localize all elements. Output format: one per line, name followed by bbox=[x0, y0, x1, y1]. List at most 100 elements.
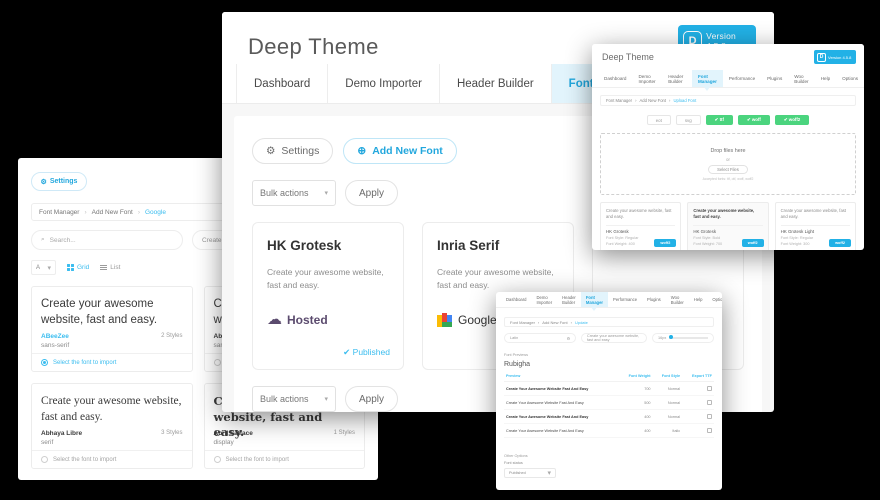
format-badge: woff2 bbox=[654, 239, 677, 247]
list-view-button[interactable]: List bbox=[100, 264, 120, 271]
breadcrumb-sep-icon: › bbox=[669, 98, 671, 103]
tab-header-builder[interactable]: Header Builder bbox=[662, 70, 692, 87]
font-sample: Create your awesome website, fast and ea… bbox=[41, 298, 158, 326]
cell-export[interactable] bbox=[682, 423, 714, 438]
select-font-row[interactable]: Select the font to import bbox=[32, 450, 192, 468]
tab-plugins[interactable]: Plugins bbox=[761, 70, 788, 87]
radio-icon[interactable] bbox=[41, 359, 48, 366]
tab-performance[interactable]: Performance bbox=[608, 292, 642, 307]
upload-header: Deep Theme D Version 4.5.8 bbox=[592, 44, 864, 70]
breadcrumb-sep-icon: › bbox=[537, 319, 540, 325]
breadcrumb-item-font-manager[interactable]: Font Manager bbox=[39, 209, 79, 216]
column-font-weight: Font Weight bbox=[618, 371, 653, 382]
font-status-select[interactable]: Published ▾ bbox=[504, 468, 556, 478]
tab-woo-builder[interactable]: Woo Builder bbox=[666, 292, 689, 307]
cell-weight: 700 bbox=[618, 381, 653, 396]
tab-demo-importer[interactable]: Demo Importer bbox=[632, 70, 662, 87]
breadcrumb-item-font-manager[interactable]: Font Manager bbox=[510, 320, 535, 325]
column-preview: Preview bbox=[504, 371, 619, 382]
table-row: Create Your Awesome Website Fast And Eas… bbox=[504, 423, 714, 438]
tab-woo-builder[interactable]: Woo Builder bbox=[788, 70, 814, 87]
format-woff-button[interactable]: ✔ woff bbox=[737, 115, 770, 125]
tab-performance[interactable]: Performance bbox=[723, 70, 761, 87]
tab-font-manager[interactable]: Font Manager bbox=[691, 70, 723, 91]
tab-dashboard[interactable]: Dashboard bbox=[236, 64, 329, 103]
cell-export[interactable] bbox=[682, 381, 714, 396]
font-sample: Create your awesome website, fast and ea… bbox=[41, 395, 182, 423]
cell-export[interactable] bbox=[682, 395, 714, 410]
format-eot-button[interactable]: eot bbox=[646, 115, 671, 125]
tab-demo-importer[interactable]: Demo Importer bbox=[532, 292, 558, 307]
download-icon[interactable] bbox=[707, 427, 712, 433]
slider-knob[interactable] bbox=[669, 335, 674, 340]
settings-button[interactable]: ⚙ Settings bbox=[252, 138, 334, 164]
hosted-fonts-brand: ☁ Hosted bbox=[267, 312, 328, 327]
format-svg-button[interactable]: svg bbox=[675, 115, 701, 125]
add-new-font-button[interactable]: ⊕ Add New Font bbox=[343, 138, 457, 164]
uploaded-font-card[interactable]: Create your awesome website, fast and ea… bbox=[600, 202, 682, 250]
preview-text-input[interactable]: Create your awesome website, fast and ea… bbox=[581, 333, 647, 343]
format-woff2-button[interactable]: ✔ woff2 bbox=[774, 115, 810, 125]
tab-help[interactable]: Help bbox=[815, 70, 836, 87]
breadcrumb-item-add-new-font[interactable]: Add New Font bbox=[542, 320, 567, 325]
uploaded-font-card[interactable]: Create your awesome website, fast and ea… bbox=[687, 202, 769, 250]
radio-icon[interactable] bbox=[41, 456, 48, 463]
select-font-label: Select the font to import bbox=[225, 456, 289, 463]
grid-view-button[interactable]: Grid bbox=[67, 264, 89, 271]
select-files-button[interactable]: Select Files bbox=[708, 164, 748, 174]
tab-header-builder[interactable]: Header Builder bbox=[440, 64, 552, 103]
page-title: Deep Theme bbox=[248, 34, 379, 59]
subset-select[interactable]: Latin ⚙ bbox=[504, 333, 576, 343]
apply-button[interactable]: Apply bbox=[345, 180, 399, 206]
cell-weight: 400 bbox=[618, 409, 653, 424]
tab-help[interactable]: Help bbox=[689, 292, 708, 307]
breadcrumb-sep-icon: › bbox=[84, 208, 87, 216]
sort-select[interactable]: A ▾ bbox=[31, 260, 56, 275]
tab-options[interactable]: Options bbox=[707, 292, 722, 307]
tab-plugins[interactable]: Plugins bbox=[642, 292, 666, 307]
font-card[interactable]: Create your awesome website, fast and ea… bbox=[31, 286, 193, 372]
file-dropzone[interactable]: Drop files here or Select Files Accepted… bbox=[600, 133, 856, 195]
breadcrumb-item-add-new-font[interactable]: Add New Font bbox=[639, 98, 666, 103]
tab-dashboard[interactable]: Dashboard bbox=[501, 292, 532, 307]
font-status-label: Font status bbox=[504, 461, 523, 465]
download-icon[interactable] bbox=[707, 385, 712, 391]
bulk-actions-select[interactable]: Bulk actions ▾ bbox=[252, 180, 336, 206]
tab-demo-importer[interactable]: Demo Importer bbox=[328, 64, 440, 103]
breadcrumb-item-font-manager[interactable]: Font Manager bbox=[606, 98, 632, 103]
select-font-row[interactable]: Select the font to import bbox=[32, 353, 192, 371]
font-card-hosted[interactable]: HK Grotesk Create your awesome website, … bbox=[252, 222, 404, 370]
font-detail-panel: Dashboard Demo Importer Header Builder F… bbox=[496, 292, 722, 490]
font-name: HK Grotesk bbox=[606, 228, 629, 234]
apply-button-bottom[interactable]: Apply bbox=[345, 386, 399, 412]
radio-icon[interactable] bbox=[213, 456, 221, 463]
font-sample: Create your awesome website, fast and ea… bbox=[606, 208, 672, 220]
format-ttf-button[interactable]: ✔ ttf bbox=[705, 115, 733, 125]
breadcrumb-item-update: Update bbox=[574, 319, 588, 325]
settings-button[interactable]: ⚙ Settings bbox=[31, 172, 87, 191]
slider-track[interactable] bbox=[669, 335, 708, 340]
brand-bold: Hosted bbox=[287, 312, 328, 327]
tab-options[interactable]: Options bbox=[836, 70, 864, 87]
font-name: Abhaya Libre bbox=[41, 430, 83, 437]
tab-header-builder[interactable]: Header Builder bbox=[557, 292, 581, 307]
breadcrumb-item-add-new-font[interactable]: Add New Font bbox=[92, 209, 133, 216]
select-font-row[interactable]: Select the font to import bbox=[204, 450, 364, 468]
radio-icon[interactable] bbox=[213, 359, 221, 366]
font-size-slider[interactable]: 16px bbox=[652, 333, 714, 343]
settings-label: Settings bbox=[281, 145, 320, 157]
cell-preview: Create Your Awesome Website Fast And Eas… bbox=[504, 423, 619, 438]
subset-value: Latin bbox=[510, 336, 519, 340]
font-card[interactable]: Create your awesome website, fast and ea… bbox=[31, 383, 193, 469]
bulk-actions-select-bottom[interactable]: Bulk actions ▾ bbox=[252, 386, 336, 412]
tab-font-manager[interactable]: Font Manager bbox=[580, 292, 609, 311]
download-icon[interactable] bbox=[707, 399, 712, 405]
search-input[interactable]: ⌕ Search... bbox=[31, 230, 183, 250]
tab-dashboard[interactable]: Dashboard bbox=[598, 70, 632, 87]
uploaded-font-card[interactable]: Create your awesome website, fast and ea… bbox=[774, 202, 856, 250]
download-icon[interactable] bbox=[707, 413, 712, 419]
google-fonts-icon bbox=[437, 313, 453, 327]
column-export-ttf: Export TTF bbox=[682, 371, 714, 382]
cell-export[interactable] bbox=[682, 409, 714, 424]
cell-weight: 400 bbox=[618, 423, 653, 438]
